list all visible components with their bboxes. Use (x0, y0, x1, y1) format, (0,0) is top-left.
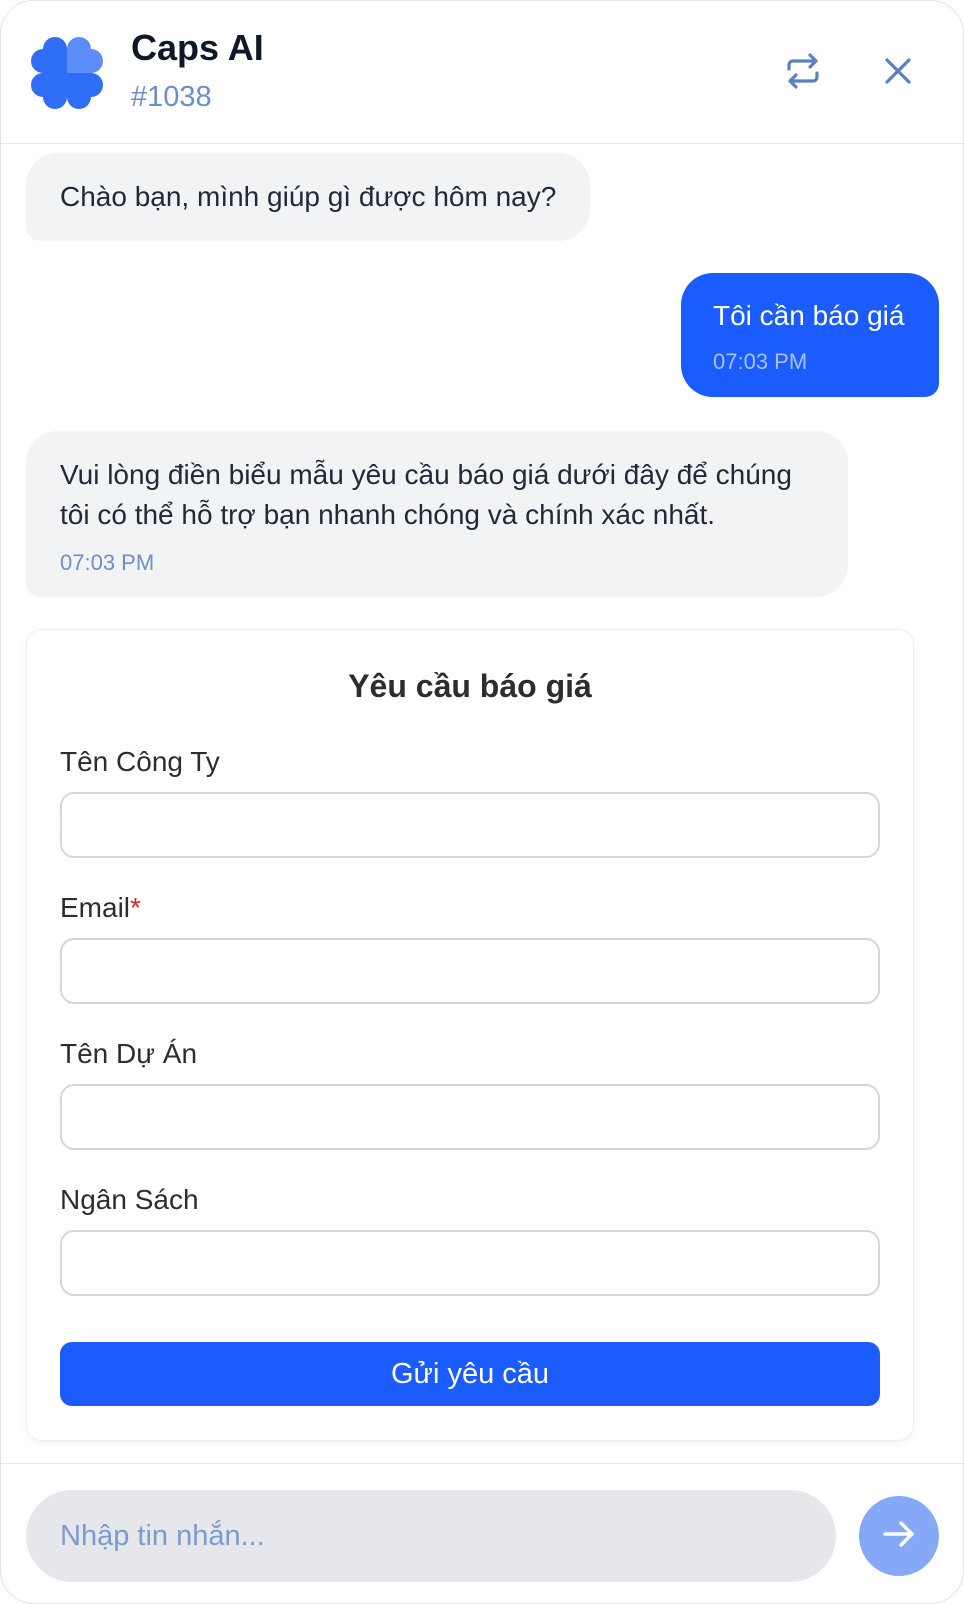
arrow-right-icon (881, 1516, 917, 1557)
required-marker: * (130, 892, 141, 923)
send-button[interactable] (859, 1496, 939, 1576)
message-text: Chào bạn, mình giúp gì được hôm nay? (60, 181, 557, 212)
message-text: Tôi cần báo giá (713, 300, 905, 331)
bot-message: Chào bạn, mình giúp gì được hôm nay? (26, 153, 590, 241)
email-label: Email* (60, 892, 141, 923)
close-icon (882, 55, 914, 92)
budget-label: Ngân Sách (60, 1184, 199, 1215)
bot-name: Caps AI (131, 27, 264, 68)
submit-request-button[interactable]: Gửi yêu cầu (60, 1342, 880, 1406)
company-name-label: Tên Công Ty (60, 746, 220, 777)
bot-message: Vui lòng điền biểu mẫu yêu cầu báo giá d… (26, 431, 848, 597)
message-composer (1, 1463, 963, 1603)
message-text: Vui lòng điền biểu mẫu yêu cầu báo giá d… (60, 459, 792, 530)
email-input[interactable] (60, 938, 880, 1004)
close-button[interactable] (870, 45, 926, 101)
chat-widget: Caps AI #1038 Chào bạn, mình giúp gì đượ… (0, 0, 964, 1604)
message-input[interactable] (26, 1490, 836, 1582)
form-title: Yêu cầu báo giá (348, 668, 592, 704)
chat-header: Caps AI #1038 (1, 1, 963, 144)
budget-input[interactable] (60, 1230, 880, 1296)
user-message: Tôi cần báo giá 07:03 PM (681, 273, 939, 397)
clover-logo-icon (29, 35, 105, 111)
project-name-input[interactable] (60, 1084, 880, 1150)
message-time: 07:03 PM (713, 349, 808, 374)
refresh-icon (783, 51, 823, 96)
company-name-input[interactable] (60, 792, 880, 858)
message-time: 07:03 PM (60, 550, 155, 575)
project-name-label: Tên Dự Án (60, 1038, 198, 1069)
conversation-id: #1038 (131, 81, 212, 113)
quote-request-form: Yêu cầu báo giá Tên Công Ty Email* Tên D… (26, 629, 914, 1441)
refresh-button[interactable] (775, 45, 831, 101)
